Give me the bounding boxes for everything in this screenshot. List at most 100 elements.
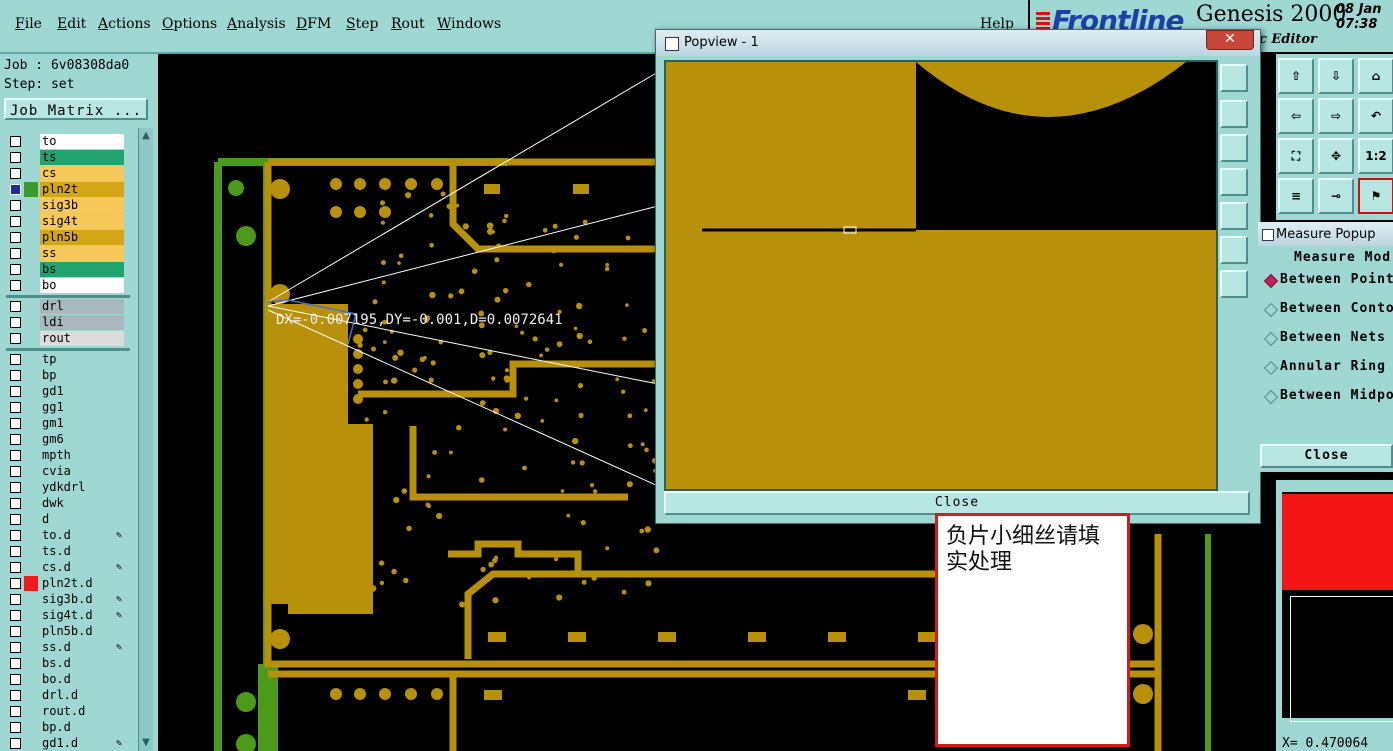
layer-color-swatch[interactable] — [24, 512, 38, 527]
layer-row-dwk[interactable]: dwk — [6, 496, 126, 511]
layer-color-swatch[interactable] — [24, 672, 38, 687]
layer-checkbox[interactable] — [10, 450, 21, 461]
measure-close-button[interactable]: Close — [1260, 444, 1393, 468]
measure-option-between-nets[interactable]: Between Nets — [1260, 326, 1393, 352]
layer-color-swatch[interactable] — [24, 544, 38, 559]
layer-name[interactable]: rout — [40, 331, 124, 346]
layer-name[interactable]: ts — [40, 150, 124, 165]
pan-down-icon[interactable]: ⇩ — [1318, 58, 1354, 94]
layer-row-sig4t[interactable]: sig4t — [6, 214, 126, 229]
zoom-fit-icon[interactable]: ⛶ — [1278, 138, 1314, 174]
measure-popup-titlebar[interactable]: Measure Popup — [1258, 222, 1393, 246]
layer-checkbox[interactable] — [10, 706, 21, 717]
layer-name[interactable]: gd1 — [40, 384, 124, 399]
menu-file[interactable]: File — [15, 16, 42, 32]
measure-option-between-points[interactable]: Between Point — [1260, 268, 1393, 294]
layer-row-pln5b-d[interactable]: pln5b.d — [6, 624, 126, 639]
layer-color-swatch[interactable] — [24, 315, 38, 330]
layer-name[interactable]: gd1.d ✎ — [40, 736, 124, 751]
layer-row-bp[interactable]: bp — [6, 368, 126, 383]
layer-checkbox[interactable] — [10, 466, 21, 477]
layer-color-swatch[interactable] — [24, 246, 38, 261]
menu-dfm[interactable]: DFM — [296, 16, 331, 32]
layer-color-swatch[interactable] — [24, 400, 38, 415]
layer-color-swatch[interactable] — [24, 736, 38, 751]
layer-checkbox[interactable] — [10, 482, 21, 493]
layer-row-bs[interactable]: bs — [6, 262, 126, 277]
layer-checkbox[interactable] — [10, 386, 21, 397]
pan-up-icon[interactable]: ⇧ — [1278, 58, 1314, 94]
layer-name[interactable]: bo.d — [40, 672, 124, 687]
layer-name[interactable]: bs.d — [40, 656, 124, 671]
layer-checkbox[interactable] — [10, 216, 21, 227]
layer-row-bo-d[interactable]: bo.d — [6, 672, 126, 687]
layer-checkbox[interactable] — [10, 402, 21, 413]
layer-checkbox[interactable] — [10, 317, 21, 328]
menu-windows[interactable]: Windows — [437, 16, 501, 32]
scroll-up-icon[interactable]: ▲ — [140, 130, 152, 142]
layer-row-mpth[interactable]: mpth — [6, 448, 126, 463]
layer-color-swatch[interactable] — [24, 480, 38, 495]
layer-row-cs[interactable]: cs — [6, 166, 126, 181]
layer-scrollbar[interactable]: ▲ ▼ — [138, 128, 153, 751]
layer-row-pln2t-d[interactable]: pln2t.d — [6, 576, 126, 591]
layer-color-swatch[interactable] — [24, 464, 38, 479]
layer-row-pln2t[interactable]: pln2t — [6, 182, 126, 197]
layer-row-rout-d[interactable]: rout.d — [6, 704, 126, 719]
layer-color-swatch[interactable] — [24, 198, 38, 213]
layer-name[interactable]: cvia — [40, 464, 124, 479]
layer-color-swatch[interactable] — [24, 528, 38, 543]
layer-checkbox[interactable] — [10, 610, 21, 621]
layer-checkbox[interactable] — [10, 136, 21, 147]
layer-row-rout[interactable]: rout — [6, 331, 126, 346]
layer-color-swatch[interactable] — [24, 134, 38, 149]
scroll-down-icon[interactable]: ▼ — [140, 737, 152, 749]
layer-checkbox[interactable] — [10, 642, 21, 653]
layer-color-swatch[interactable] — [24, 368, 38, 383]
layer-checkbox[interactable] — [10, 514, 21, 525]
layer-name[interactable]: pln5b.d — [40, 624, 124, 639]
layer-name[interactable]: sig3b.d ✎ — [40, 592, 124, 607]
layer-row-gm1[interactable]: gm1 — [6, 416, 126, 431]
layer-checkbox[interactable] — [10, 333, 21, 344]
layer-name[interactable]: cs.d ✎ — [40, 560, 124, 575]
layer-color-swatch[interactable] — [24, 150, 38, 165]
layer-row-tp[interactable]: tp — [6, 352, 126, 367]
layer-row-gd1[interactable]: gd1 — [6, 384, 126, 399]
layer-color-swatch[interactable] — [24, 640, 38, 655]
zoom-in-icon[interactable] — [1220, 270, 1248, 298]
layer-name[interactable]: pln2t — [40, 182, 124, 197]
layer-color-swatch[interactable] — [24, 448, 38, 463]
layer-name[interactable]: ts.d — [40, 544, 124, 559]
layer-row-sig3b-d[interactable]: sig3b.d ✎ — [6, 592, 126, 607]
layer-color-swatch[interactable] — [24, 592, 38, 607]
menu-step[interactable]: Step — [346, 16, 378, 32]
job-matrix-button[interactable]: Job Matrix ... — [4, 98, 148, 120]
pan-up-icon[interactable] — [1220, 100, 1248, 128]
layer-row-drl-d[interactable]: drl.d — [6, 688, 126, 703]
layer-checkbox[interactable] — [10, 626, 21, 637]
layer-row-ydkdrl[interactable]: ydkdrl — [6, 480, 126, 495]
menu-options[interactable]: Options — [162, 16, 217, 32]
layer-row-ss-d[interactable]: ss.d ✎ — [6, 640, 126, 655]
layer-checkbox[interactable] — [10, 301, 21, 312]
layer-name[interactable]: dwk — [40, 496, 124, 511]
layer-name[interactable]: sig4t.d ✎ — [40, 608, 124, 623]
layer-color-swatch[interactable] — [24, 230, 38, 245]
zoom-window-icon[interactable] — [1220, 64, 1248, 92]
layer-row-to-d[interactable]: to.d ✎ — [6, 528, 126, 543]
layer-color-swatch[interactable] — [24, 608, 38, 623]
layer-color-swatch[interactable] — [24, 166, 38, 181]
layer-row-bs-d[interactable]: bs.d — [6, 656, 126, 671]
layer-row-ss[interactable]: ss — [6, 246, 126, 261]
layer-checkbox[interactable] — [10, 264, 21, 275]
layer-checkbox[interactable] — [10, 562, 21, 573]
layer-name[interactable]: gg1 — [40, 400, 124, 415]
layer-color-swatch[interactable] — [24, 331, 38, 346]
layer-name[interactable]: bp.d — [40, 720, 124, 735]
popview-titlebar[interactable]: Popview - 1 ✕ — [656, 30, 1260, 56]
popview-zoom-view[interactable] — [664, 60, 1218, 491]
layer-checkbox[interactable] — [10, 418, 21, 429]
layer-color-swatch[interactable] — [24, 384, 38, 399]
layer-row-cs-d[interactable]: cs.d ✎ — [6, 560, 126, 575]
